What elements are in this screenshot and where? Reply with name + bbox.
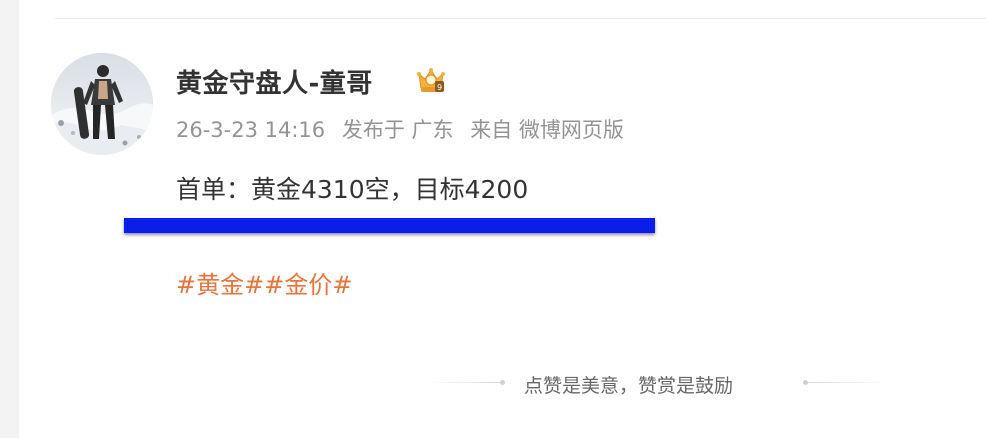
- post-card: 黄金守盘人-童哥 9 26-3-23 14:16 发布于 广东 来自 微博网页版…: [19, 0, 986, 438]
- reward-prompt: 点赞是美意，赞赏是鼓励: [524, 375, 734, 397]
- footer-dot-left: [500, 380, 505, 385]
- svg-text:9: 9: [437, 83, 442, 92]
- top-divider: [55, 18, 986, 19]
- topic-link-gold[interactable]: #黄金#: [176, 271, 264, 299]
- post-source: 来自 微博网页版: [470, 118, 624, 142]
- author-name[interactable]: 黄金守盘人-童哥: [176, 63, 373, 100]
- vip-crown-badge-icon[interactable]: 9: [415, 66, 447, 96]
- post-location: 发布于 广东: [341, 118, 454, 142]
- author-avatar[interactable]: [51, 53, 153, 155]
- footer-divider-left: [430, 382, 500, 383]
- footer-divider-right: [808, 382, 888, 383]
- post-text: 首单：黄金4310空，目标4200: [176, 175, 529, 204]
- post-topics: #黄金##金价#: [176, 265, 352, 300]
- topic-link-gold-price[interactable]: #金价#: [264, 271, 352, 299]
- avatar-photo-snowboarder-icon: [51, 53, 153, 155]
- post-meta: 26-3-23 14:16 发布于 广东 来自 微博网页版: [176, 114, 634, 144]
- post-datetime[interactable]: 26-3-23 14:16: [176, 118, 325, 142]
- highlight-bar: [124, 218, 655, 233]
